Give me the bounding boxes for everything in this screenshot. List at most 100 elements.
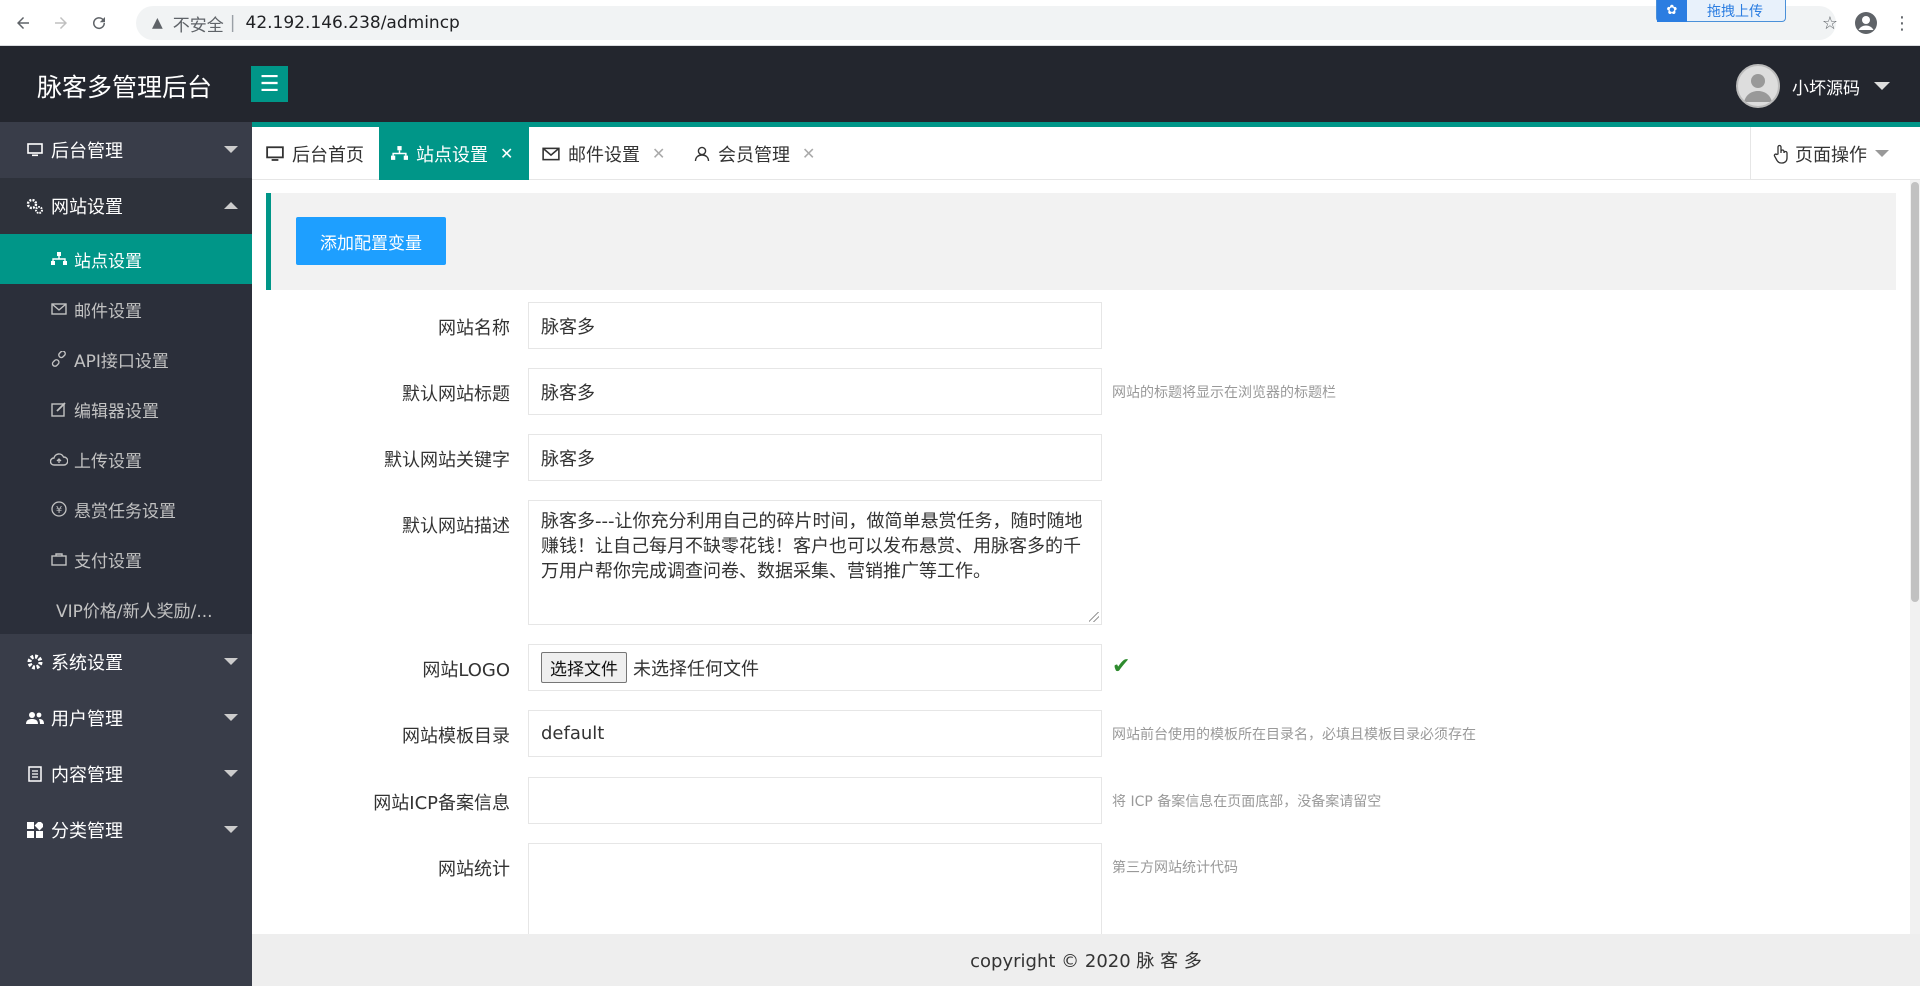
user-name: 小坏源码 [1792, 78, 1860, 99]
sidebar-item-site-settings[interactable]: 站点设置 [0, 234, 252, 284]
forward-icon[interactable] [46, 8, 76, 38]
monitor-icon [266, 145, 284, 162]
users-icon [25, 711, 45, 725]
user-menu[interactable]: 小坏源码 [1736, 64, 1890, 108]
star-icon[interactable]: ☆ [1812, 5, 1848, 41]
field-label: 网站LOGO [422, 660, 510, 681]
field-label: 网站名称 [438, 318, 510, 339]
profile-icon[interactable] [1848, 5, 1884, 41]
add-config-variable-button[interactable]: 添加配置变量 [296, 217, 446, 265]
mail-icon [542, 147, 560, 161]
default-description-textarea[interactable]: 脉客多---让你充分利用自己的碎片时间，做简单悬赏任务，随时随地赚钱！让自己每月… [528, 500, 1102, 625]
tab-label: 站点设置 [416, 144, 488, 166]
user-icon [694, 146, 710, 162]
sidebar-group-label: 系统设置 [51, 653, 123, 674]
tab-member-management[interactable]: 会员管理 ✕ [694, 127, 824, 180]
template-dir-input[interactable]: default [528, 710, 1102, 757]
field-hint: 将 ICP 备案信息在页面底部，没备案请留空 [1112, 794, 1382, 810]
sidebar-item-label: 悬赏任务设置 [74, 501, 176, 522]
tab-site-settings[interactable]: 站点设置 ✕ [379, 127, 529, 180]
sidebar-item-vip-settings[interactable]: VIP价格/新人奖励/... [0, 584, 252, 634]
site-logo-file-input[interactable]: 选择文件 未选择任何文件 [528, 644, 1102, 691]
tab-label: 会员管理 [718, 144, 790, 166]
field-label: 默认网站关键字 [384, 450, 510, 471]
close-icon[interactable]: ✕ [500, 144, 513, 163]
sidebar-group-user-management[interactable]: 用户管理 [0, 690, 252, 746]
field-label: 默认网站标题 [402, 384, 510, 405]
sidebar-group-label: 用户管理 [51, 709, 123, 730]
sidebar-group-content-management[interactable]: 内容管理 [0, 746, 252, 802]
more-vert-icon[interactable]: ⋮ [1884, 5, 1920, 41]
insecure-label: 不安全 [172, 15, 224, 36]
sidebar-item-label: 上传设置 [74, 451, 142, 472]
sidebar-group-admin[interactable]: 后台管理 [0, 122, 252, 178]
monitor-icon [25, 143, 45, 157]
hand-pointer-icon [1773, 144, 1789, 164]
statistics-textarea[interactable] [528, 843, 1102, 934]
reload-icon[interactable] [84, 8, 114, 38]
field-label: 默认网站描述 [402, 516, 510, 537]
sidebar-item-reward-task-settings[interactable]: ¥ 悬赏任务设置 [0, 484, 252, 534]
caret-down-icon [224, 658, 238, 665]
field-hint: 第三方网站统计代码 [1112, 860, 1238, 876]
back-icon[interactable] [8, 8, 38, 38]
sidebar-item-label: API接口设置 [74, 351, 169, 372]
sidebar-group-site-settings[interactable]: 网站设置 [0, 178, 252, 234]
default-keywords-input[interactable]: 脉客多 [528, 434, 1102, 481]
hamburger-icon: ☰ [259, 71, 280, 97]
action-toolbar: 添加配置变量 [266, 193, 1896, 290]
sidebar-group-label: 后台管理 [51, 141, 123, 162]
icp-input[interactable] [528, 777, 1102, 824]
sidebar-item-payment-settings[interactable]: 支付设置 [0, 534, 252, 584]
sidebar-item-api-settings[interactable]: API接口设置 [0, 334, 252, 384]
tab-label: 后台首页 [292, 144, 364, 166]
cloud-logo-icon: ✿ [1657, 0, 1687, 22]
sidebar-group-category-management[interactable]: 分类管理 [0, 802, 252, 858]
link-icon [50, 351, 68, 367]
mail-icon [50, 303, 68, 315]
svg-text:¥: ¥ [56, 505, 62, 516]
url-text: 42.192.146.238/admincp [245, 13, 460, 33]
field-hint: 网站的标题将显示在浏览器的标题栏 [1112, 385, 1336, 401]
sidebar-group-system-settings[interactable]: 系统设置 [0, 634, 252, 690]
sidebar-group-label: 分类管理 [51, 821, 123, 842]
choose-file-button[interactable]: 选择文件 [541, 652, 627, 683]
tab-dashboard[interactable]: 后台首页 [266, 127, 378, 180]
bag-icon [50, 552, 68, 566]
main-content: 添加配置变量 网站名称 脉客多 默认网站标题 脉客多 网站的标题将显示在浏览器的… [252, 180, 1906, 934]
upload-label: 拖拽上传 [1707, 3, 1763, 20]
page-ops-label: 页面操作 [1795, 144, 1867, 166]
site-name-input[interactable]: 脉客多 [528, 302, 1102, 349]
page-operations-dropdown[interactable]: 页面操作 [1750, 127, 1920, 180]
resize-handle-icon[interactable] [1089, 612, 1099, 622]
sidebar-item-editor-settings[interactable]: 编辑器设置 [0, 384, 252, 434]
gear-icon [25, 653, 45, 671]
sidebar-submenu: 站点设置 邮件设置 API接口设置 编辑器设置 上传设置 ¥ 悬赏任务设置 支付… [0, 234, 252, 634]
caret-up-icon [224, 202, 238, 209]
field-label: 网站ICP备案信息 [373, 793, 510, 814]
menu-toggle-button[interactable]: ☰ [251, 66, 288, 102]
sidebar-item-label: VIP价格/新人奖励/... [56, 601, 213, 622]
app-header: 脉客多管理后台 ☰ 小坏源码 [0, 46, 1920, 122]
scrollbar-thumb[interactable] [1911, 182, 1919, 602]
sidebar-item-label: 站点设置 [74, 251, 142, 272]
close-icon[interactable]: ✕ [802, 144, 815, 163]
gears-icon [25, 198, 45, 214]
drag-upload-widget[interactable]: ✿ 拖拽上传 [1656, 0, 1786, 22]
separator: | [229, 13, 236, 33]
field-label: 网站统计 [438, 859, 510, 880]
sidebar-item-mail-settings[interactable]: 邮件设置 [0, 284, 252, 334]
caret-down-icon [224, 770, 238, 777]
caret-down-icon [1875, 150, 1889, 157]
caret-down-icon [224, 714, 238, 721]
tab-mail-settings[interactable]: 邮件设置 ✕ [542, 127, 672, 180]
caret-down-icon [1874, 82, 1890, 90]
edit-icon [50, 401, 68, 417]
document-icon [25, 766, 45, 782]
warning-icon: ▲ [152, 15, 163, 31]
avatar [1736, 64, 1780, 108]
close-icon[interactable]: ✕ [652, 144, 665, 163]
default-title-input[interactable]: 脉客多 [528, 368, 1102, 415]
address-bar[interactable]: ▲ 不安全 | 42.192.146.238/admincp [136, 6, 1836, 40]
sidebar-item-upload-settings[interactable]: 上传设置 [0, 434, 252, 484]
